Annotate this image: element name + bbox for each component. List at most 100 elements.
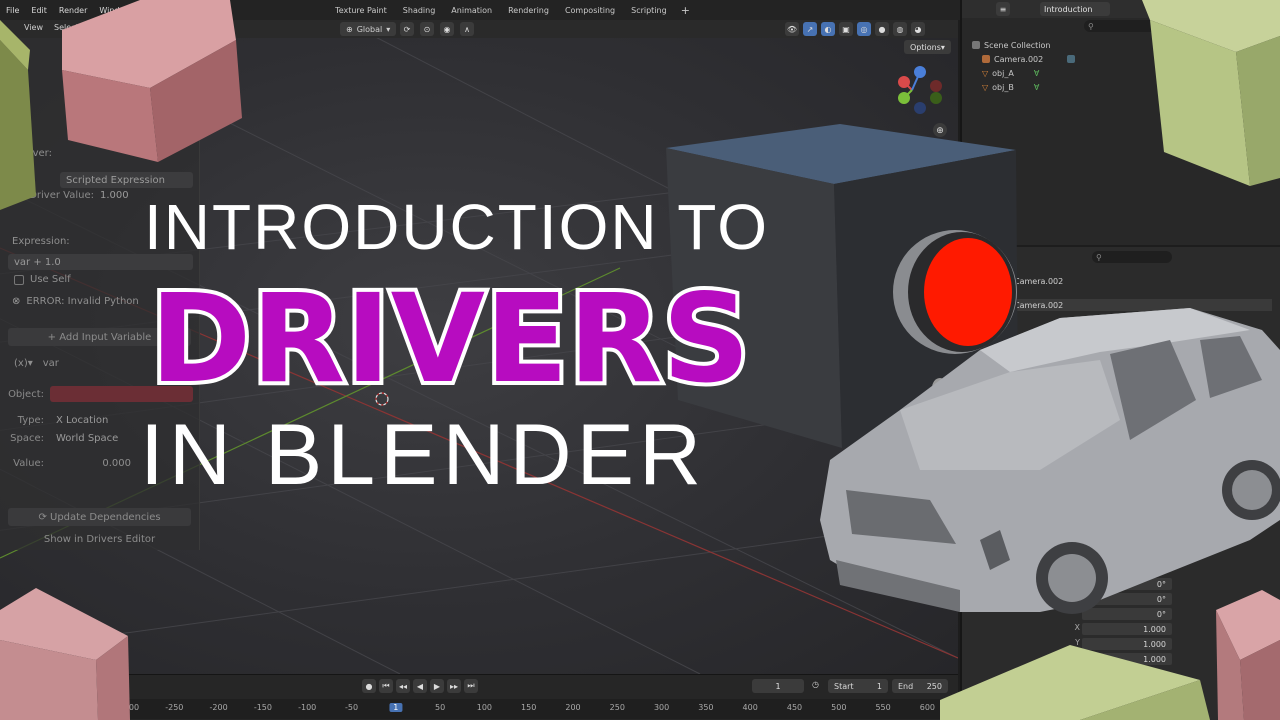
visibility-icon[interactable]: 👁 <box>785 22 799 36</box>
ruler-tick: 50 <box>435 703 446 712</box>
scale-x-field[interactable]: 1.000 <box>1082 623 1172 635</box>
ruler-tick: 100 <box>476 703 493 712</box>
playback-controls: ● ⏮ ◂◂ ◀ ▶ ▸▸ ⏭ <box>362 679 478 693</box>
outliner-item-obj-b[interactable]: ▽ obj_B ∀ <box>982 80 1039 94</box>
search-icon: ⚲ <box>1096 252 1102 262</box>
mesh-icon: ▽ <box>982 82 989 92</box>
play-icon[interactable]: ▶ <box>430 679 444 693</box>
tab-rendering[interactable]: Rendering <box>500 6 557 15</box>
top-menubar: File Edit Render Window Help Texture Pai… <box>0 0 960 20</box>
proportional-edit-icon[interactable]: ◉ <box>440 22 454 36</box>
title-line-1: INTRODUCTION TO <box>144 191 769 263</box>
orientation-value: Global <box>356 24 383 34</box>
shading-material-icon[interactable]: ◍ <box>893 22 907 36</box>
end-value: 250 <box>926 681 942 691</box>
location-z-field[interactable]: 0 m <box>1082 560 1172 572</box>
record-icon[interactable]: ● <box>362 679 376 693</box>
transform-orientation-dropdown[interactable]: ⊕ Global ▾ <box>340 22 397 36</box>
prev-keyframe-icon[interactable]: ◂◂ <box>396 679 410 693</box>
viewport-display-tools: 👁 ↗ ◐ ▣ ◎ ● ◍ ◕ <box>785 22 925 36</box>
show-in-editor-label: Show in Drivers Editor <box>43 533 156 545</box>
use-self-checkbox[interactable] <box>14 274 24 285</box>
scale-x-label: X <box>1074 623 1080 632</box>
outliner-item-label: Camera.002 <box>994 54 1044 64</box>
start-value: 1 <box>876 681 882 691</box>
end-label: End <box>898 681 914 691</box>
location-value: 0 m <box>1150 561 1166 571</box>
jump-end-icon[interactable]: ⏭ <box>464 679 478 693</box>
clock-icon[interactable]: ◷ <box>812 680 819 689</box>
select-menu[interactable]: Select <box>54 23 79 32</box>
rotation-value: 0° <box>1156 609 1166 619</box>
use-self-label: Use Self <box>30 274 71 285</box>
show-in-drivers-editor-button[interactable]: Show in Drivers Editor <box>8 530 191 548</box>
current-frame-field[interactable]: 1 <box>752 679 804 693</box>
play-reverse-icon[interactable]: ◀ <box>413 679 427 693</box>
driver-type-row: Scripted Expression <box>0 172 199 188</box>
outliner-item-label: obj_A <box>992 68 1014 78</box>
location-y-field[interactable]: 0 m <box>1082 545 1172 557</box>
menu-edit[interactable]: Edit <box>25 6 53 15</box>
menu-render[interactable]: Render <box>53 6 93 15</box>
add-workspace-button[interactable]: + <box>675 4 696 17</box>
shading-solid-icon[interactable]: ● <box>875 22 889 36</box>
tab-compositing[interactable]: Compositing <box>557 6 623 15</box>
pivot-icon[interactable]: ⟳ <box>400 22 414 36</box>
navigation-gizmo[interactable]: ⊕ <box>890 60 950 140</box>
rotation-x-field[interactable]: 0° <box>1082 578 1172 590</box>
current-frame-value: 1 <box>775 681 781 691</box>
shading-wireframe-icon[interactable]: ◎ <box>857 22 871 36</box>
outliner-search[interactable]: ⚲ <box>1084 20 1184 32</box>
scene-collection-row[interactable]: Scene Collection <box>972 38 1051 52</box>
overlay-toggle-icon[interactable]: ◐ <box>821 22 835 36</box>
rotation-y-field[interactable]: 0° <box>1082 593 1172 605</box>
properties-search[interactable]: ⚲ <box>1092 251 1172 263</box>
camera-data-icon <box>1067 55 1076 63</box>
rotation-z-field[interactable]: 0° <box>1082 608 1172 620</box>
editor-type-icon[interactable]: ≡ <box>996 2 1010 16</box>
start-frame-field[interactable]: Start 1 <box>828 679 888 693</box>
next-keyframe-icon[interactable]: ▸▸ <box>447 679 461 693</box>
tab-texture-paint[interactable]: Texture Paint <box>327 6 395 15</box>
gizmo-toggle-icon[interactable]: ↗ <box>803 22 817 36</box>
frame-ruler[interactable]: -300 -250 -200 -150 -100 -50 1 50 100 150 200 250 30… <box>0 699 958 719</box>
variable-type-icon[interactable]: (x)▾ <box>14 358 33 369</box>
view-menu[interactable]: View <box>24 23 43 32</box>
tab-scripting[interactable]: Scripting <box>623 6 675 15</box>
variable-name[interactable]: var <box>43 358 59 369</box>
add-variable-label: Add Input Variable <box>59 331 152 343</box>
outliner-item-camera[interactable]: Camera.002 <box>982 52 1076 66</box>
shading-rendered-icon[interactable]: ◕ <box>911 22 925 36</box>
tab-shading[interactable]: Shading <box>395 6 444 15</box>
rotation-value: 0° <box>1156 579 1166 589</box>
camera-icon <box>982 55 990 63</box>
ruler-tick: 150 <box>521 703 537 712</box>
viewport-header: View Select ⊕ Global ▾ ⟳ ⊙ ◉ ∧ 👁 ↗ ◐ ▣ ◎… <box>0 20 958 38</box>
collection-label: Scene Collection <box>984 40 1051 50</box>
ruler-tick: 400 <box>742 703 758 712</box>
scale-y-field[interactable]: 1.000 <box>1082 638 1172 650</box>
snap-icon[interactable]: ⊙ <box>420 22 434 36</box>
jump-start-icon[interactable]: ⏮ <box>379 679 393 693</box>
driver-type-dropdown[interactable]: Scripted Expression <box>60 172 193 188</box>
menu-file[interactable]: File <box>0 6 25 15</box>
error-icon: ⊗ <box>12 296 21 307</box>
options-dropdown[interactable]: Options ▾ <box>904 40 951 54</box>
orientation-icon: ⊕ <box>346 24 353 34</box>
outliner-item-obj-a[interactable]: ▽ obj_A ∀ <box>982 66 1039 80</box>
scene-selector[interactable]: Introduction <box>1040 2 1110 16</box>
ruler-tick: -250 <box>165 703 184 712</box>
ruler-tick: -50 <box>344 703 359 712</box>
playhead[interactable]: 1 <box>389 703 403 712</box>
menu-window[interactable]: Window <box>93 6 137 15</box>
tab-animation[interactable]: Animation <box>443 6 500 15</box>
scale-z-field[interactable]: 1.000 <box>1082 653 1172 665</box>
update-dependencies-button[interactable]: ⟳ Update Dependencies <box>8 508 191 526</box>
end-frame-field[interactable]: End 250 <box>892 679 948 693</box>
falloff-icon[interactable]: ∧ <box>460 22 474 36</box>
xray-icon[interactable]: ▣ <box>839 22 853 36</box>
menu-help[interactable]: Help <box>137 6 167 15</box>
rotation-value: 0° <box>1156 594 1166 604</box>
ruler-tick: 550 <box>875 703 891 712</box>
options-label: Options <box>910 42 941 52</box>
